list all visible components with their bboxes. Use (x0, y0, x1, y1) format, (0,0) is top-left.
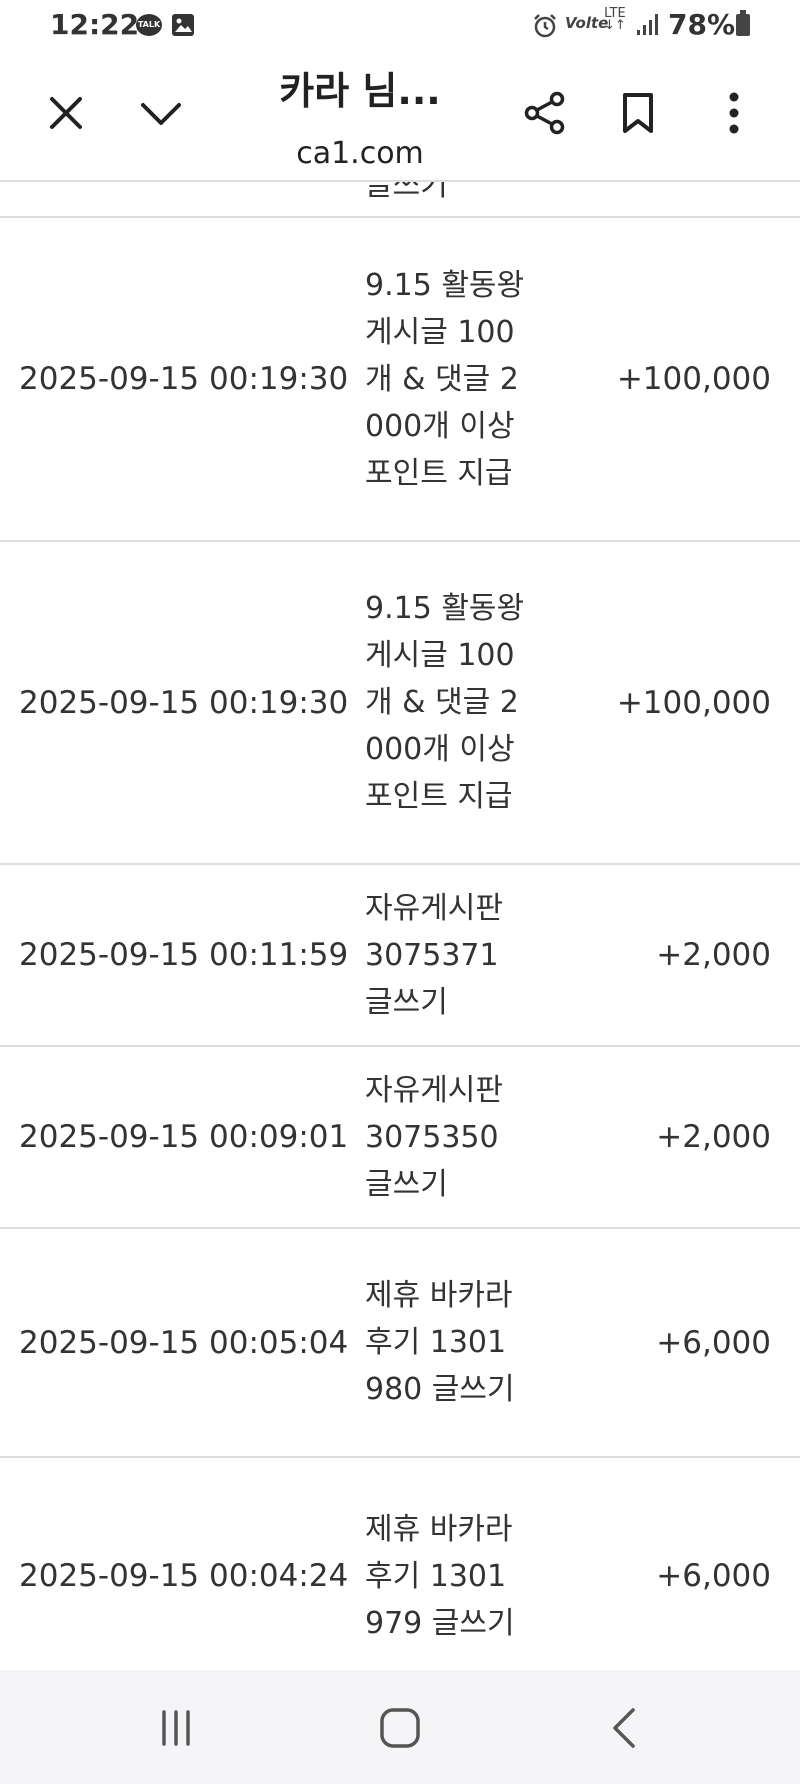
table-row: 2025-09-15 00:04:24 제휴 바카라후기 1301979 글쓰기… (0, 1458, 800, 1670)
system-navigation-bar (0, 1670, 800, 1784)
back-button[interactable] (594, 1698, 654, 1758)
back-icon (613, 1708, 635, 1748)
page-title: 카라 님... (279, 69, 441, 113)
row-points: +6,000 (656, 1324, 771, 1361)
row-points: +2,000 (656, 937, 771, 973)
page-url[interactable]: ca1.com (240, 136, 480, 171)
status-time: 12:22 (50, 8, 140, 41)
table-row: 2025-09-15 00:19:30 9.15 활동왕 게시글 100개 & … (0, 218, 800, 542)
battery-level: 78% (668, 8, 736, 41)
status-bar: 12:22 TALK Volte LTE ↓↑ 78% (0, 0, 800, 56)
row-date: 2025-09-15 00:04:24 (19, 1558, 349, 1594)
row-description: 9.15 활동왕 게시글 100개 & 댓글 2000개 이상 포인트 지급 (365, 591, 525, 814)
row-description: 자유게시판 3075350 글쓰기 (365, 1072, 503, 1202)
row-points: +100,000 (616, 684, 771, 721)
browser-toolbar: 카라 님... ca1.com (0, 56, 800, 182)
bookmark-icon (623, 93, 653, 133)
close-icon (50, 97, 82, 129)
signal-strength-icon (636, 12, 662, 40)
volte-indicator: Volte (565, 14, 609, 32)
point-history-table: 글쓰기 2025-09-15 00:19:30 9.15 활동왕 게시글 100… (0, 182, 800, 1670)
share-button[interactable] (515, 83, 575, 143)
bookmark-button[interactable] (608, 83, 668, 143)
battery-icon (736, 10, 750, 36)
more-vertical-icon (729, 92, 739, 134)
collapse-button[interactable] (131, 83, 191, 143)
table-row: 2025-09-15 00:19:30 9.15 활동왕 게시글 100개 & … (0, 542, 800, 865)
row-description: 제휴 바카라후기 1301979 글쓰기 (365, 1511, 515, 1641)
row-description: 9.15 활동왕 게시글 100개 & 댓글 2000개 이상 포인트 지급 (365, 267, 525, 491)
recent-apps-icon (162, 1710, 190, 1746)
home-icon (380, 1708, 420, 1748)
partial-description: 글쓰기 (365, 182, 448, 203)
more-options-button[interactable] (704, 83, 764, 143)
table-row: 2025-09-15 00:09:01 자유게시판 3075350 글쓰기 +2… (0, 1047, 800, 1229)
table-row: 2025-09-15 00:11:59 자유게시판 3075371 글쓰기 +2… (0, 865, 800, 1047)
row-date: 2025-09-15 00:19:30 (19, 361, 349, 397)
row-points: +100,000 (616, 361, 771, 397)
alarm-icon (532, 13, 558, 43)
row-date: 2025-09-15 00:09:01 (19, 1119, 349, 1155)
row-points: +6,000 (656, 1558, 771, 1594)
kakaotalk-notification-icon: TALK (136, 14, 162, 36)
table-row-partial: 글쓰기 (0, 182, 800, 218)
chevron-down-icon (141, 103, 181, 125)
close-button[interactable] (36, 83, 96, 143)
row-points: +2,000 (656, 1119, 771, 1155)
row-date: 2025-09-15 00:05:04 (19, 1324, 349, 1361)
lte-label: LTE (604, 6, 626, 21)
row-date: 2025-09-15 00:19:30 (19, 684, 349, 721)
lte-indicator: LTE ↓↑ (604, 6, 626, 33)
row-date: 2025-09-15 00:11:59 (19, 937, 349, 973)
home-button[interactable] (370, 1698, 430, 1758)
row-description: 제휴 바카라후기 1301980 글쓰기 (365, 1278, 515, 1407)
table-row: 2025-09-15 00:05:04 제휴 바카라후기 1301980 글쓰기… (0, 1229, 800, 1458)
gallery-notification-icon (172, 14, 194, 36)
recent-apps-button[interactable] (146, 1698, 206, 1758)
row-description: 자유게시판 3075371 글쓰기 (365, 890, 503, 1020)
share-icon (524, 91, 565, 135)
